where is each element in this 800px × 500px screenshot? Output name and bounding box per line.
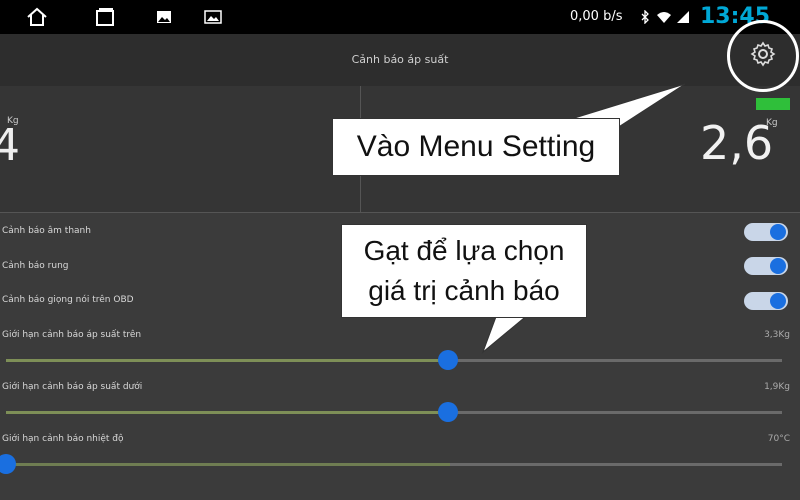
voice-alert-label: Cảnh báo giọng nói trên OBD	[2, 295, 134, 305]
temperature-limit-label: Giới hạn cảnh báo nhiệt độ	[2, 434, 124, 444]
settings-highlight[interactable]	[727, 20, 799, 92]
home-icon[interactable]	[26, 0, 48, 34]
slider-thumb[interactable]	[438, 350, 458, 370]
page-title: Cảnh báo áp suất	[351, 53, 449, 66]
slider-thumb[interactable]	[438, 402, 458, 422]
slider-callout: Gạt để lựa chọn giá trị cảnh báo	[341, 224, 587, 318]
upper-limit-slider[interactable]	[6, 350, 782, 370]
sound-alert-toggle[interactable]	[744, 223, 788, 241]
battery-icon	[756, 98, 790, 110]
lower-limit-label: Giới hạn cảnh báo áp suất dưới	[2, 382, 143, 392]
lower-limit-slider[interactable]	[6, 402, 782, 422]
lower-limit-value: 1,9Kg	[764, 382, 790, 392]
wifi-icon	[656, 0, 672, 34]
toggle-knob	[770, 293, 786, 309]
image-icon	[204, 0, 222, 34]
slider-callout-line1: Gạt để lựa chọn	[363, 235, 565, 266]
temperature-limit-value: 70°C	[767, 434, 790, 444]
sound-alert-label: Cảnh báo âm thanh	[2, 226, 91, 236]
menu-callout: Vào Menu Setting	[332, 118, 620, 176]
vibration-alert-toggle[interactable]	[744, 257, 788, 275]
toggle-knob	[770, 224, 786, 240]
signal-icon	[676, 0, 690, 34]
left-pressure-value: 4	[0, 120, 20, 171]
bluetooth-icon	[640, 0, 650, 34]
network-speed: 0,00 b/s	[570, 9, 623, 24]
vibration-alert-label: Cảnh báo rung	[2, 261, 69, 271]
slider-callout-line2: giá trị cảnh báo	[368, 275, 560, 306]
slider-fill	[6, 463, 450, 466]
toggle-knob	[770, 258, 786, 274]
image-icon	[156, 0, 172, 34]
gear-icon[interactable]	[749, 40, 777, 72]
status-bar: 0,00 b/s 13:45	[0, 0, 800, 34]
slider-thumb[interactable]	[0, 454, 16, 474]
left-pressure-unit: Kg	[7, 116, 19, 126]
voice-alert-toggle[interactable]	[744, 292, 788, 310]
right-pressure-value: 2,6	[700, 116, 774, 170]
upper-limit-value: 3,3Kg	[764, 330, 790, 340]
slider-fill	[6, 411, 448, 414]
slider-fill	[6, 359, 448, 362]
temperature-limit-slider[interactable]	[0, 454, 782, 474]
title-bar: Cảnh báo áp suất	[0, 34, 800, 86]
upper-limit-label: Giới hạn cảnh báo áp suất trên	[2, 330, 142, 340]
recents-icon[interactable]	[94, 0, 116, 34]
right-pressure-unit: Kg	[766, 118, 778, 128]
